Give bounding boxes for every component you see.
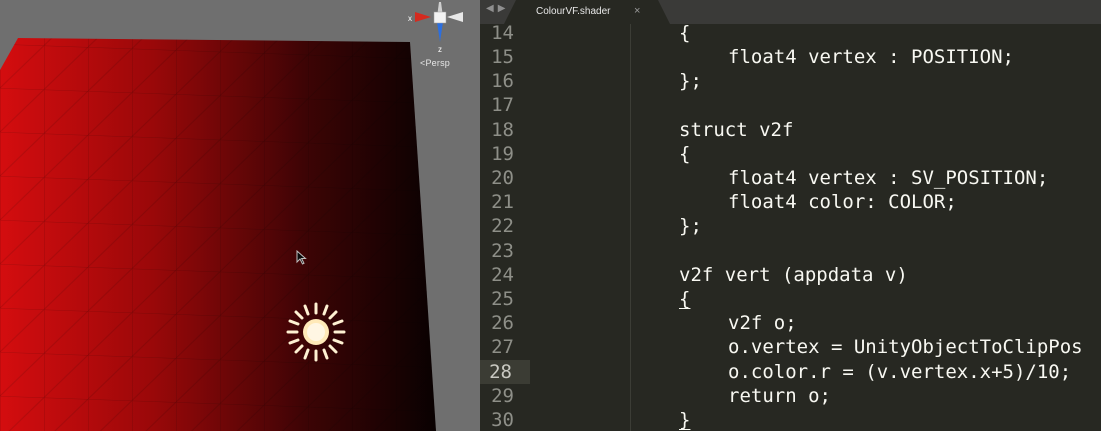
- code-text[interactable]: v2f o;: [728, 311, 797, 335]
- line-number: 21: [491, 191, 514, 213]
- line-number: 30: [491, 409, 514, 431]
- line-number: 15: [491, 46, 514, 68]
- line-number: 25: [491, 288, 514, 310]
- code-line-14[interactable]: 14 {: [480, 21, 1101, 45]
- code-line-24[interactable]: 24 v2f vert (appdata v): [480, 263, 1101, 287]
- code-line-22[interactable]: 22};: [480, 214, 1101, 238]
- code-text[interactable]: }: [679, 408, 690, 431]
- code-line-16[interactable]: 16};: [480, 69, 1101, 93]
- code-text[interactable]: return o;: [728, 384, 831, 408]
- code-text[interactable]: };: [679, 214, 702, 238]
- code-text[interactable]: v2f vert (appdata v): [679, 263, 908, 287]
- code-line-15[interactable]: 15 float4 vertex : POSITION;: [480, 45, 1101, 69]
- code-line-17[interactable]: 17: [480, 93, 1101, 117]
- line-number: 19: [491, 143, 514, 165]
- code-text[interactable]: o.vertex = UnityObjectToClipPos: [728, 335, 1083, 359]
- code-text[interactable]: float4 vertex : POSITION;: [728, 45, 1014, 69]
- persp-label: Persp: [425, 58, 450, 68]
- code-line-26[interactable]: 26 v2f o;: [480, 311, 1101, 335]
- code-text[interactable]: float4 vertex : SV_POSITION;: [728, 166, 1048, 190]
- projection-toggle[interactable]: <Persp: [420, 58, 450, 68]
- line-number: 23: [491, 240, 514, 262]
- code-line-29[interactable]: 29 return o;: [480, 384, 1101, 408]
- line-number: 24: [491, 264, 514, 286]
- line-number: 16: [491, 70, 514, 92]
- tab-back-icon[interactable]: ◀: [486, 3, 494, 14]
- tab-title: ColourVF.shader: [536, 6, 611, 17]
- line-number: 18: [491, 119, 514, 141]
- code-line-18[interactable]: 18 struct v2f: [480, 118, 1101, 142]
- line-number: 29: [491, 385, 514, 407]
- gizmo-x-label: x: [408, 14, 412, 23]
- sun-light-icon[interactable]: [284, 300, 348, 364]
- line-number: 27: [491, 336, 514, 358]
- code-text[interactable]: struct v2f: [679, 118, 793, 142]
- code-text[interactable]: o.color.r = (v.vertex.x+5)/10;: [728, 360, 1071, 384]
- gizmo-z-label: z: [438, 45, 442, 54]
- code-editor[interactable]: ◀ ▶ ColourVF.shader × 14{ 15 float4 vertex…: [480, 0, 1101, 431]
- code-line-28-active[interactable]: 28 o.color.r = (v.vertex.x+5)/10;: [480, 360, 1101, 384]
- tab-close-icon[interactable]: ×: [634, 5, 640, 17]
- code-text[interactable]: {: [679, 287, 690, 311]
- code-text[interactable]: };: [679, 69, 702, 93]
- line-number: 20: [491, 167, 514, 189]
- code-line-23[interactable]: 23: [480, 239, 1101, 263]
- line-number: 14: [491, 22, 514, 44]
- line-number-active: 28: [480, 360, 530, 384]
- code-text[interactable]: float4 color: COLOR;: [728, 190, 957, 214]
- code-line-27[interactable]: 27 o.vertex = UnityObjectToClipPos: [480, 335, 1101, 359]
- line-number: 17: [491, 94, 514, 116]
- code-line-21[interactable]: 21 float4 color: COLOR;: [480, 190, 1101, 214]
- line-number: 26: [491, 312, 514, 334]
- code-line-25[interactable]: 25 {: [480, 287, 1101, 311]
- scene-view[interactable]: x z <Persp: [0, 0, 480, 431]
- code-line-19[interactable]: 19 {: [480, 142, 1101, 166]
- code-line-30[interactable]: 30}: [480, 408, 1101, 431]
- code-area[interactable]: 14{ 15 float4 vertex : POSITION; 16}; 17 …: [480, 21, 1101, 431]
- code-line-20[interactable]: 20 float4 vertex : SV_POSITION;: [480, 166, 1101, 190]
- code-text[interactable]: {: [679, 21, 690, 45]
- code-text[interactable]: {: [679, 142, 690, 166]
- pointer-cursor-icon: [296, 250, 307, 265]
- line-number: 22: [491, 215, 514, 237]
